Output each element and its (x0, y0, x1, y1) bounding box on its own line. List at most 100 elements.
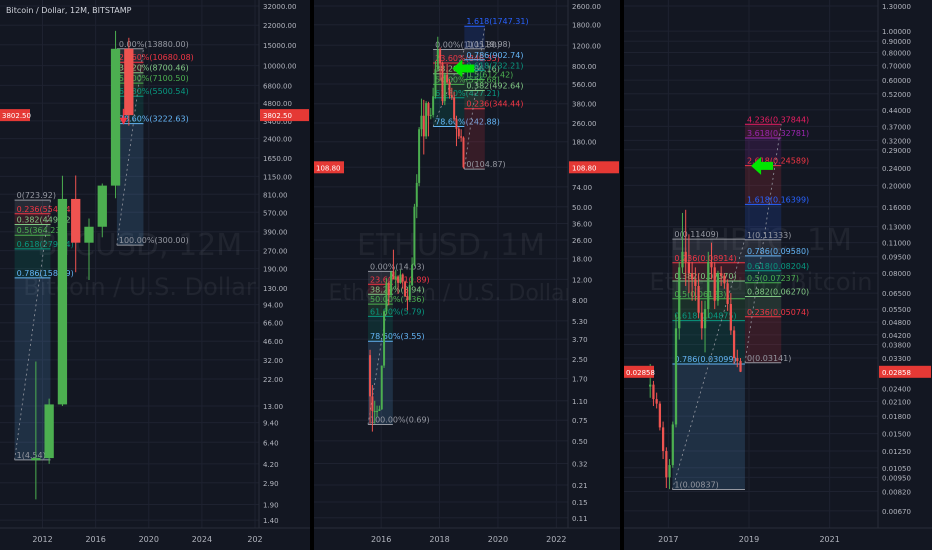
ethusd-chart-panel[interactable]: ETHUSD, 1M Ethereum / U.S. Dollar 0.00%(11… (314, 0, 620, 550)
price-axis-tick-label: 2400.00 (263, 136, 292, 144)
candle-body (691, 273, 694, 280)
candle-body (457, 128, 460, 137)
price-axis-tick-label: 1.10 (572, 398, 588, 406)
candle-body (432, 96, 435, 115)
time-axis-tick-label: 2017 (658, 535, 678, 544)
price-axis-tick-label: 0.02400 (882, 386, 911, 394)
ethbtc-chart-svg[interactable]: ETHBTC, 1MEthereum / Bitcoin0(0.11409)0.… (624, 0, 932, 550)
price-axis-tick-label: 0.05500 (882, 306, 911, 314)
fib-level-label: 0.786(902.74) (466, 51, 523, 60)
time-axis-tick-label: 2021 (819, 535, 839, 544)
candle-body (439, 49, 442, 63)
candle-body (729, 303, 732, 331)
candle-body (427, 103, 430, 116)
candle-body (671, 424, 674, 466)
price-axis-tick-label: 0.37000 (882, 123, 911, 131)
price-axis-tick-label: 190.00 (263, 266, 288, 274)
price-axis-tick-label: 1200.00 (572, 42, 601, 50)
ethbtc-chart-panel[interactable]: ETHBTC, 1M Ethereum / Bitcoin 0(0.11409) 0.… (624, 0, 932, 550)
candle-body (397, 276, 400, 283)
candle-body (703, 309, 707, 329)
time-axis-tick-label: 2018 (429, 535, 449, 544)
fib-level-label: 0.382(0.06270) (747, 288, 809, 297)
price-axis-tick-label: 570.00 (263, 209, 288, 217)
btcusd-chart-panel[interactable]: BTCUSD, 12M Bitcoin / U.S. Dollar 0.00%(13… (0, 0, 310, 550)
candle-body (401, 274, 404, 282)
fib-level-label: 0.786(0.03099) (674, 355, 736, 364)
candle-body (707, 261, 710, 310)
price-axis-tick-label: 50.00 (572, 204, 592, 212)
fib-level-label: 0.236(0.08914) (674, 254, 736, 263)
candle-body (385, 282, 388, 312)
price-axis-tick-label: 1650.00 (263, 155, 292, 163)
fib-level-label: 0.618(732.21) (466, 61, 523, 70)
candle-body (652, 384, 655, 400)
candle-body (380, 365, 383, 410)
candle-body (436, 49, 439, 70)
price-axis-tick-label: 0.70000 (882, 62, 911, 70)
price-axis-tick-label: 0.80000 (882, 50, 911, 58)
candle-body (378, 409, 381, 411)
price-axis-tick-label: 0.16000 (882, 204, 911, 212)
candle-body (687, 261, 691, 274)
price-axis-tick-label: 270.00 (263, 248, 288, 256)
price-axis-tick-label: 800.00 (572, 63, 597, 71)
price-axis-tick-label: 0.24000 (882, 165, 911, 173)
fib-level-label: 1.618(1747.31) (466, 17, 528, 26)
candle-body (681, 251, 684, 268)
fib-level-label: 0(0.11409) (674, 230, 718, 239)
candle-body (655, 399, 658, 404)
price-axis-tick-label: 0.00670 (882, 508, 911, 516)
time-axis-background (314, 528, 620, 550)
fib-level-label: 78.60%(3.55) (370, 332, 425, 341)
candle-body (462, 137, 465, 168)
fib-level-label: 50.00%(7.36) (370, 295, 425, 304)
price-axis-tick-label: 0.90000 (882, 38, 911, 46)
candle-body (422, 115, 425, 137)
fib-level-label: 4.236(0.37844) (747, 115, 809, 124)
fib-zone (672, 364, 745, 490)
price-axis-tick-label: 15000.00 (263, 42, 296, 50)
candle-body (387, 282, 390, 296)
candle-body (371, 396, 374, 411)
price-axis-tick-label: 180.00 (572, 139, 597, 147)
fib-level-label: 0.618(0.08204) (747, 262, 809, 271)
chart-title: Bitcoin / Dollar, 12M, BITSTAMP (6, 6, 132, 15)
fib-level-label: 0(723.92) (17, 191, 56, 200)
price-axis-tick-label: 2.50 (572, 356, 588, 364)
price-axis-tick-label: 0.08000 (882, 270, 911, 278)
btcusd-chart-svg[interactable]: BTCUSD, 12MBitcoin / U.S. Dollar0.00%(13… (0, 0, 310, 550)
candle-body (665, 451, 668, 478)
fib-level-label: 0.5(0.07237) (747, 274, 799, 283)
price-tag-axis-label: 3802.50 (263, 112, 292, 120)
fib-level-label: 38.20%(8.94) (370, 285, 425, 294)
price-axis-tick-label: 4.20 (263, 461, 279, 469)
candle-body (425, 103, 428, 137)
price-axis-tick-label: 10000.00 (263, 63, 296, 71)
time-axis-tick-label: 202 (247, 535, 262, 544)
price-axis-tick-label: 0.60000 (882, 77, 911, 85)
price-axis-tick-label: 0.01800 (882, 413, 911, 421)
price-axis-tick-label: 0.52000 (882, 91, 911, 99)
candle-body (124, 48, 134, 116)
candle-body (443, 74, 446, 102)
price-axis-tick-label: 560.00 (572, 81, 597, 89)
candle-body (453, 97, 456, 120)
candle-body (369, 355, 372, 397)
ethusd-chart-svg[interactable]: ETHUSD, 1MEthereum / U.S. Dollar0.00%(11… (314, 0, 620, 550)
price-axis-tick-label: 66.00 (263, 320, 283, 328)
candle-body (446, 74, 449, 83)
price-axis-tick-label: 74.00 (572, 184, 592, 192)
price-axis-tick-label: 1.00000 (882, 28, 911, 36)
price-axis-tick-label: 0.04800 (882, 319, 911, 327)
price-axis-tick-label: 32.00 (263, 357, 283, 365)
fib-level-label: 0.236(0.05074) (747, 308, 809, 317)
candle-body (739, 360, 742, 372)
price-axis-tick-label: 0.04200 (882, 332, 911, 340)
candle-body (420, 115, 423, 130)
candle-body (448, 82, 451, 96)
fib-level-label: 0.236(344.44) (466, 100, 523, 109)
candle-body (716, 273, 720, 301)
candle-body (418, 129, 421, 183)
fib-level-label: 1(1119.98) (466, 40, 510, 49)
